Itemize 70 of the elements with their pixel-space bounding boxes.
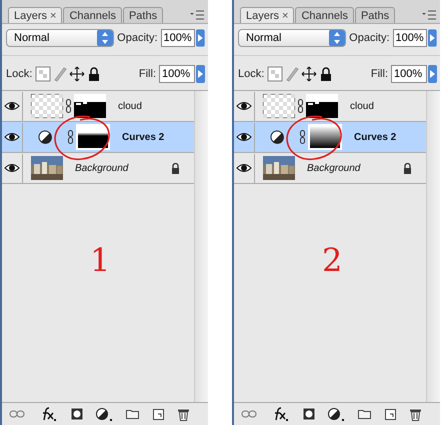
move-icon[interactable] <box>301 66 318 82</box>
chain-link-icon <box>66 99 71 113</box>
adjustment-icon[interactable] <box>96 408 112 420</box>
lock-transparency-icon[interactable] <box>35 66 52 82</box>
adjustment-icon[interactable] <box>328 408 344 420</box>
lock-label: Lock: <box>238 68 264 80</box>
layer-row[interactable]: Curves 2 <box>2 122 194 153</box>
panel-tab[interactable]: Channels <box>63 7 122 23</box>
fill-label: Fill: <box>138 68 156 80</box>
layer-name: Background <box>307 162 360 174</box>
handwritten-number: 1 <box>90 241 110 279</box>
opacity-label: Opacity: <box>117 32 158 44</box>
new-layer-icon[interactable] <box>385 408 396 420</box>
folder-icon[interactable] <box>358 409 372 419</box>
mask-icon[interactable] <box>70 408 83 420</box>
mask-icon[interactable] <box>302 408 315 420</box>
mask-thumbnail <box>306 94 338 118</box>
trash-icon[interactable] <box>410 408 421 420</box>
close-icon[interactable]: × <box>50 10 56 22</box>
layer-name: cloud <box>350 100 374 112</box>
scrollbar[interactable] <box>194 91 208 402</box>
transparent-thumbnail <box>31 94 63 118</box>
panel-tab[interactable]: Paths <box>354 7 396 23</box>
fill-label: Fill: <box>370 68 388 80</box>
eye-icon[interactable] <box>236 163 252 173</box>
scrollbar[interactable] <box>426 91 440 402</box>
new-layer-icon[interactable] <box>153 408 164 420</box>
adjustment-icon <box>270 130 284 144</box>
folder-icon[interactable] <box>126 409 140 419</box>
layer-row[interactable]: Background <box>234 153 426 184</box>
dropdown-arrow-icon <box>329 30 346 46</box>
chain-link-icon <box>68 130 73 144</box>
layer-name: Background <box>75 162 128 174</box>
opacity-field[interactable]: 100% <box>392 29 428 47</box>
opacity-label: Opacity: <box>349 32 390 44</box>
link-icon[interactable] <box>8 409 25 419</box>
lock-label: Lock: <box>6 68 32 80</box>
move-icon[interactable] <box>69 66 86 82</box>
fill-field[interactable]: 100% <box>159 65 195 83</box>
handwritten-number: 2 <box>322 241 342 279</box>
fill-field[interactable]: 100% <box>391 65 427 83</box>
trash-icon[interactable] <box>178 408 189 420</box>
layer-name: Curves 2 <box>354 132 396 142</box>
panel-tab[interactable]: Layers × <box>8 7 62 23</box>
layer-name: cloud <box>118 100 142 112</box>
lock-transparency-icon[interactable] <box>267 66 284 82</box>
layer-row[interactable]: Background <box>2 153 194 184</box>
link-icon[interactable] <box>240 409 257 419</box>
panel-tab[interactable]: Layers × <box>240 7 294 23</box>
chain-link-icon <box>298 99 303 113</box>
panel-tab[interactable]: Channels <box>295 7 354 23</box>
layer-row[interactable]: Curves 2 <box>234 122 426 153</box>
panel-menu-icon[interactable] <box>422 10 436 20</box>
adjustment-icon <box>38 130 52 144</box>
eye-icon[interactable] <box>236 132 252 142</box>
panel-menu-icon[interactable] <box>190 10 204 20</box>
blend-mode-dropdown[interactable]: Normal <box>238 29 346 47</box>
dropdown-arrow-icon <box>97 30 114 46</box>
layer-name: Curves 2 <box>122 132 164 142</box>
blend-mode-dropdown[interactable]: Normal <box>6 29 114 47</box>
opacity-field[interactable]: 100% <box>160 29 196 47</box>
close-icon[interactable]: × <box>282 10 288 22</box>
eye-icon[interactable] <box>4 163 20 173</box>
panel-tab[interactable]: Paths <box>122 7 164 23</box>
mask-thumbnail <box>74 94 106 118</box>
eye-icon[interactable] <box>4 132 20 142</box>
transparent-thumbnail <box>263 94 295 118</box>
eye-icon[interactable] <box>236 101 252 111</box>
eye-icon[interactable] <box>4 101 20 111</box>
chain-link-icon <box>300 130 305 144</box>
